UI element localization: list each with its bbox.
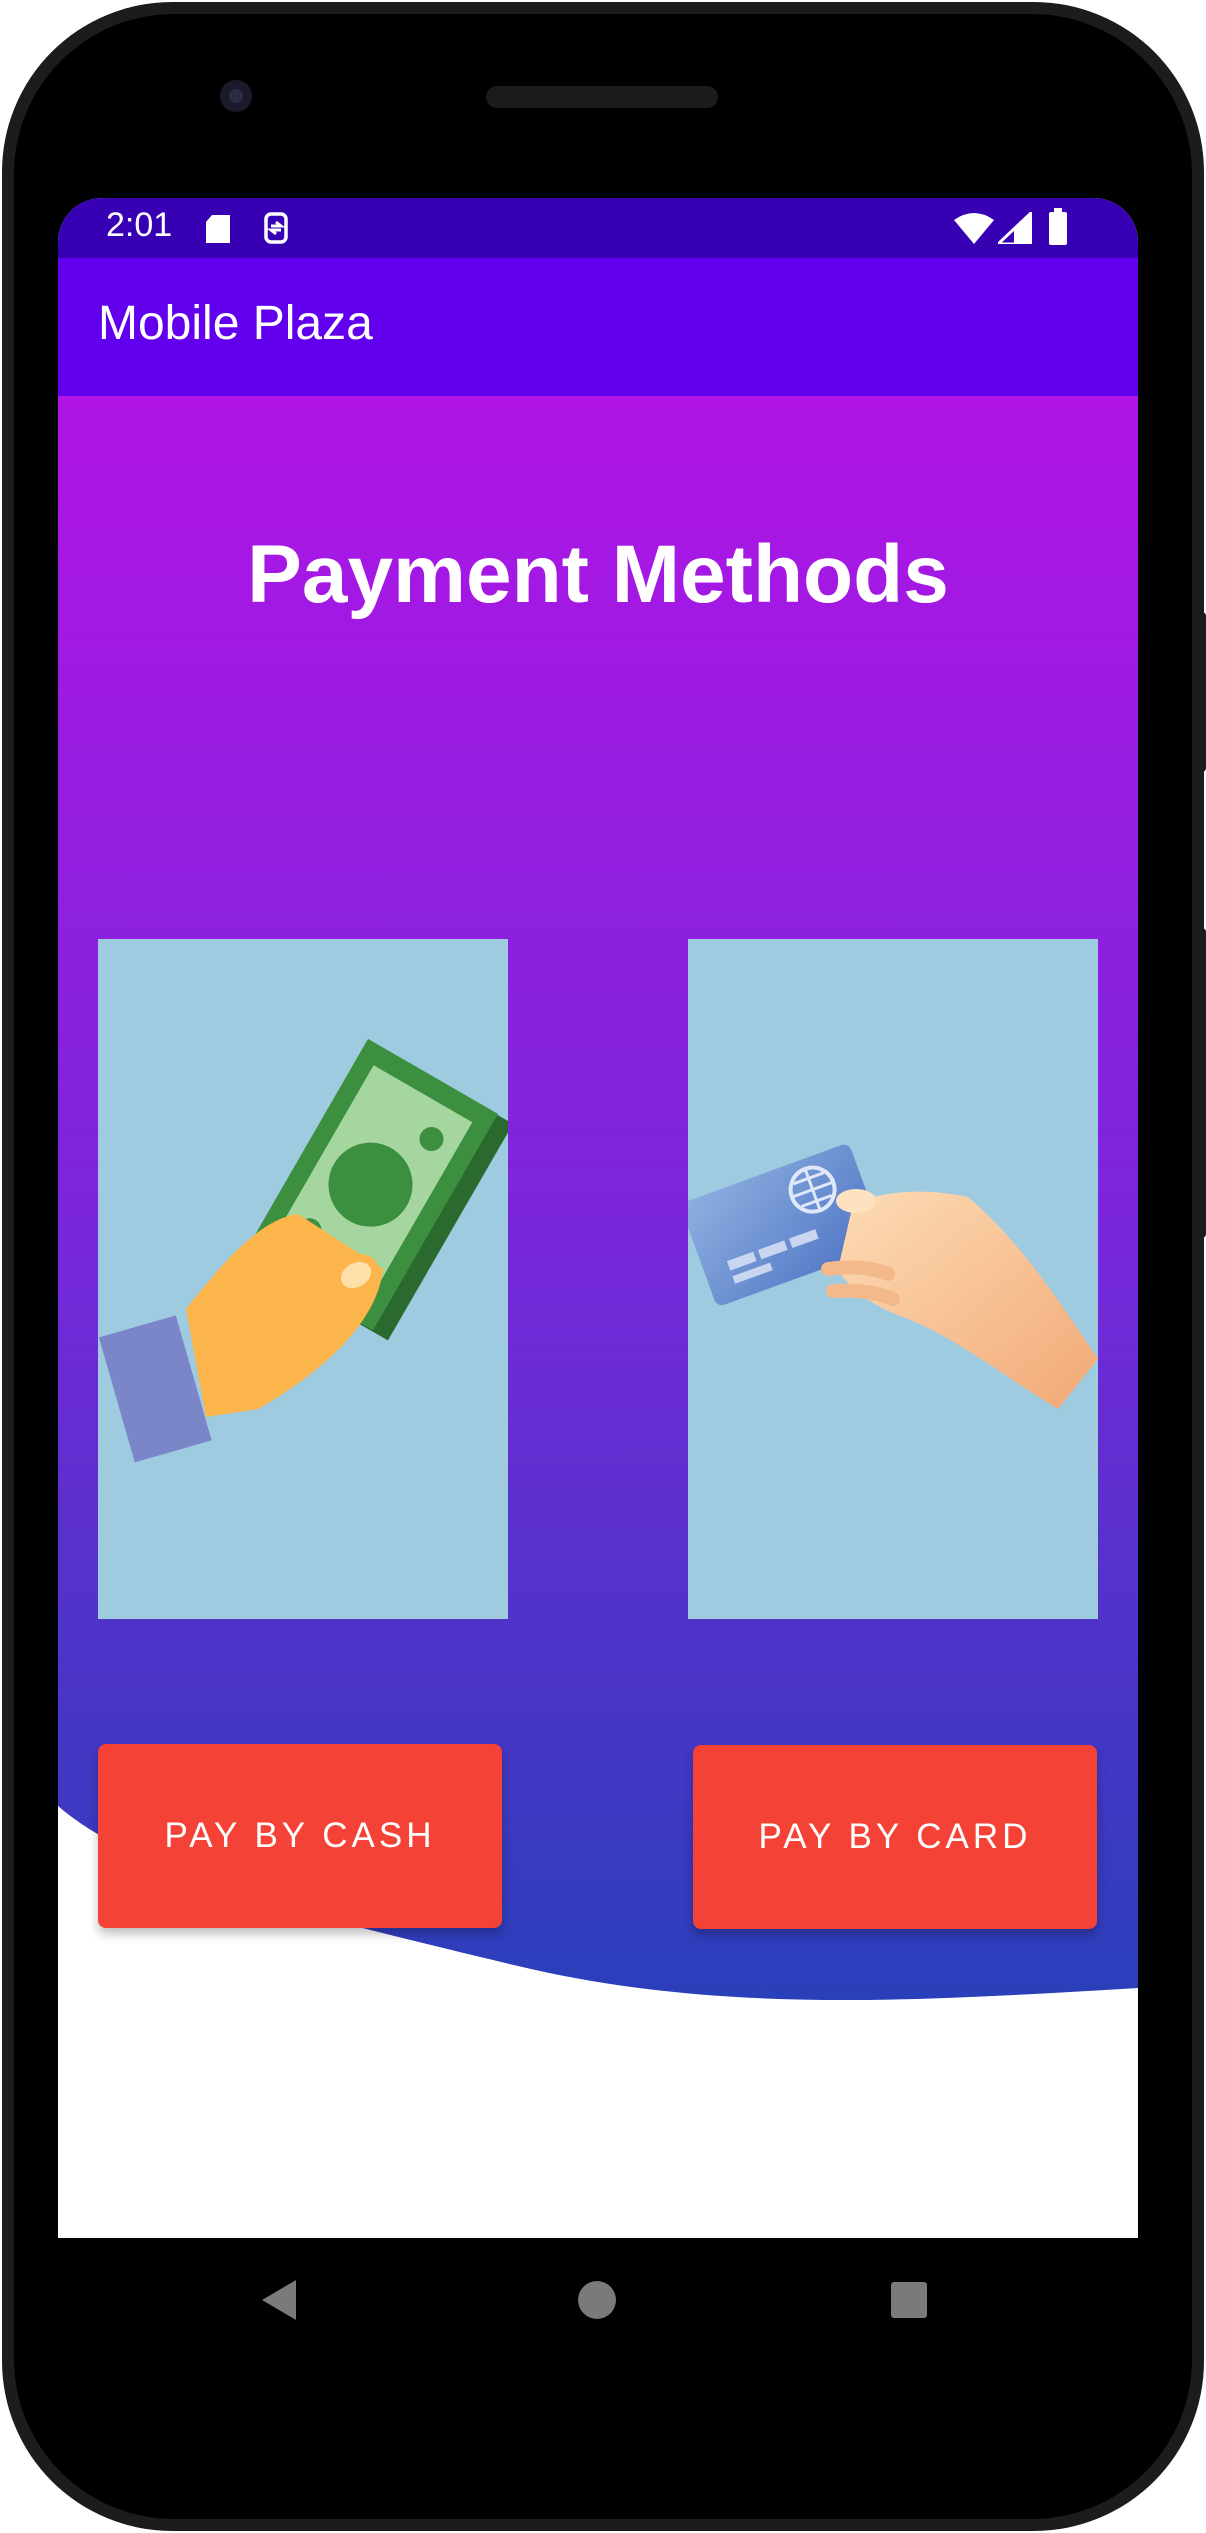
status-bar: 2:01	[58, 198, 1138, 258]
pay-by-card-button[interactable]: PAY BY CARD	[693, 1745, 1097, 1929]
status-time: 2:01	[106, 206, 173, 244]
app-title: Mobile Plaza	[98, 297, 373, 350]
battery-icon	[1049, 208, 1067, 245]
wifi-icon	[954, 213, 994, 244]
app-bar: Mobile Plaza	[58, 258, 1138, 396]
cell-signal-icon	[998, 212, 1032, 244]
sd-card-icon	[206, 215, 230, 243]
back-icon[interactable]	[260, 2278, 300, 2322]
content-area: Payment Methods PAY BY CASH PAY BY CARD	[58, 396, 1138, 2238]
app-notification-icon	[264, 212, 288, 244]
page-title: Payment Methods	[247, 529, 949, 620]
cash-payment-image	[98, 939, 513, 1619]
hand-cash-icon	[98, 1038, 513, 1463]
recents-icon[interactable]	[889, 2280, 929, 2320]
speaker-grille	[486, 86, 718, 108]
pay-by-cash-button[interactable]: PAY BY CASH	[98, 1744, 502, 1928]
hand-card-icon	[681, 1144, 1098, 1409]
home-icon[interactable]	[577, 2280, 617, 2320]
nav-bar	[58, 2238, 1138, 2358]
card-payment-image	[681, 939, 1098, 1619]
screen: 2:01 Mobile Plaza Payment Methods PAY BY…	[58, 198, 1138, 2238]
